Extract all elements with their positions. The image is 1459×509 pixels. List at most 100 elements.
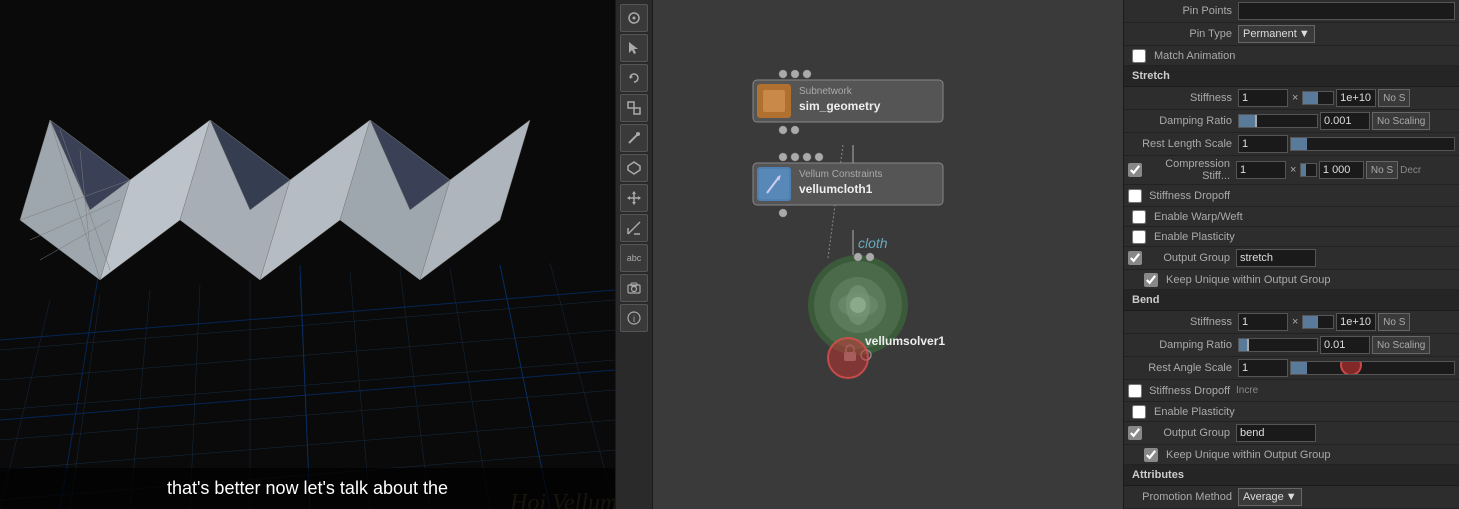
stretch-output-group-checkbox[interactable] — [1128, 251, 1142, 265]
enable-plasticity-stretch-row: Enable Plasticity — [1124, 227, 1459, 247]
enable-plasticity-bend-row: Enable Plasticity — [1124, 402, 1459, 422]
bend-stiffness-input[interactable] — [1238, 313, 1288, 331]
scale-tool-btn[interactable] — [620, 94, 648, 122]
svg-text:i: i — [633, 314, 635, 324]
bend-stiffness-dropoff-row: Stiffness Dropoff Incre — [1124, 380, 1459, 402]
stretch-stiffness-dropoff-label: Stiffness Dropoff — [1146, 190, 1236, 202]
svg-text:vellumsolver1: vellumsolver1 — [865, 334, 945, 348]
promotion-method-dropdown[interactable]: Average ▼ — [1238, 488, 1302, 506]
cloth-label: cloth — [858, 235, 888, 251]
info-tool-btn[interactable]: i — [620, 304, 648, 332]
compression-exp: 1 000 — [1319, 161, 1364, 179]
match-animation-label: Match Animation — [1154, 50, 1235, 62]
stretch-output-group-row: Output Group — [1124, 247, 1459, 270]
stretch-stiffness-label: Stiffness — [1128, 92, 1238, 104]
enable-warp-checkbox[interactable] — [1132, 210, 1146, 224]
stretch-stiffness-row: Stiffness × 1e+10 No S — [1124, 87, 1459, 110]
enable-warp-row: Enable Warp/Weft — [1124, 207, 1459, 227]
compression-decr: Decr — [1400, 165, 1421, 176]
stretch-damping-slider[interactable] — [1238, 114, 1318, 128]
move-tool-btn[interactable] — [620, 184, 648, 212]
stretch-keep-unique-label: Keep Unique within Output Group — [1166, 274, 1331, 286]
stretch-rest-length-slider[interactable] — [1290, 137, 1455, 151]
text-tool-btn[interactable]: abc — [620, 244, 648, 272]
bend-stiffness-slider[interactable] — [1302, 315, 1334, 329]
pin-points-label: Pin Points — [1128, 5, 1238, 17]
bend-damping-input[interactable] — [1320, 336, 1370, 354]
stretch-stiffness-dropoff-row: Stiffness Dropoff — [1124, 185, 1459, 207]
promotion-method-label: Promotion Method — [1128, 491, 1238, 503]
svg-text:Vellum Constraints: Vellum Constraints — [799, 169, 882, 180]
stretch-rest-length-label: Rest Length Scale — [1128, 138, 1238, 150]
pin-points-row: Pin Points — [1124, 0, 1459, 23]
bend-stiffness-dropoff-label: Stiffness Dropoff — [1146, 385, 1236, 397]
compression-no-scaling-btn[interactable]: No S — [1366, 161, 1398, 179]
brush-tool-btn[interactable] — [620, 124, 648, 152]
stretch-damping-row: Damping Ratio No Scaling — [1124, 110, 1459, 133]
compression-stiffness-row: Compression Stiff... × 1 000 No S Decr — [1124, 156, 1459, 185]
match-animation-checkbox[interactable] — [1132, 49, 1146, 63]
attributes-section-header: Attributes — [1124, 465, 1459, 486]
bend-output-group-checkbox[interactable] — [1128, 426, 1142, 440]
stretch-stiffness-dropoff-checkbox[interactable] — [1128, 189, 1142, 203]
properties-panel: Pin Points Pin Type Permanent ▼ Match An… — [1123, 0, 1459, 509]
bend-output-group-input[interactable] — [1236, 424, 1316, 442]
bend-damping-label: Damping Ratio — [1128, 339, 1238, 351]
stretch-rest-length-row: Rest Length Scale — [1124, 133, 1459, 156]
stretch-stiffness-no-scaling-btn[interactable]: No S — [1378, 89, 1410, 107]
bend-keep-unique-checkbox[interactable] — [1144, 448, 1158, 462]
promotion-method-row: Promotion Method Average ▼ — [1124, 486, 1459, 509]
pin-type-row: Pin Type Permanent ▼ — [1124, 23, 1459, 46]
compression-stiffness-slider[interactable] — [1300, 163, 1316, 177]
stretch-output-group-label: Output Group — [1146, 252, 1236, 264]
paint-tool-btn[interactable] — [620, 154, 648, 182]
bend-rest-angle-label: Rest Angle Scale — [1128, 362, 1238, 374]
toolbar: abc i — [615, 0, 653, 509]
enable-plasticity-bend-label: Enable Plasticity — [1154, 406, 1235, 418]
bend-rest-angle-input[interactable] — [1238, 359, 1288, 377]
stretch-stiffness-input[interactable] — [1238, 89, 1288, 107]
stretch-stiffness-slider[interactable] — [1302, 91, 1334, 105]
compression-stiffness-label: Compression Stiff... — [1146, 158, 1236, 182]
view-tool-btn[interactable] — [620, 4, 648, 32]
camera-tool-btn[interactable] — [620, 274, 648, 302]
bend-damping-slider[interactable] — [1238, 338, 1318, 352]
bend-stiffness-dropoff-checkbox[interactable] — [1128, 384, 1142, 398]
subtitle-text: that's better now let's talk about the — [167, 478, 448, 498]
rotate-tool-btn[interactable] — [620, 64, 648, 92]
bend-stiffness-no-scaling-btn[interactable]: No S — [1378, 313, 1410, 331]
bend-incr: Incre — [1236, 385, 1258, 396]
stretch-keep-unique-checkbox[interactable] — [1144, 273, 1158, 287]
svg-text:Subnetwork: Subnetwork — [799, 86, 853, 97]
viewport: Hoi Vellum that's better now let's talk … — [0, 0, 615, 509]
stretch-rest-length-input[interactable] — [1238, 135, 1288, 153]
bend-keep-unique-row: Keep Unique within Output Group — [1124, 445, 1459, 465]
bend-damping-row: Damping Ratio No Scaling — [1124, 334, 1459, 357]
compression-stiffness-input[interactable] — [1236, 161, 1286, 179]
bend-rest-angle-slider[interactable] — [1290, 361, 1455, 375]
select-tool-btn[interactable] — [620, 34, 648, 62]
stretch-stiffness-exp: 1e+10 — [1336, 89, 1376, 107]
stretch-damping-no-scaling-btn[interactable]: No Scaling — [1372, 112, 1430, 130]
match-animation-row: Match Animation — [1124, 46, 1459, 66]
pin-type-label: Pin Type — [1128, 28, 1238, 40]
bend-stiffness-row: Stiffness × 1e+10 No S — [1124, 311, 1459, 334]
svg-text:vellumcloth1: vellumcloth1 — [799, 182, 873, 196]
stretch-output-group-input[interactable] — [1236, 249, 1316, 267]
enable-warp-label: Enable Warp/Weft — [1154, 211, 1243, 223]
enable-plasticity-stretch-checkbox[interactable] — [1132, 230, 1146, 244]
stretch-damping-label: Damping Ratio — [1128, 115, 1238, 127]
bend-stiffness-exp: 1e+10 — [1336, 313, 1376, 331]
bend-stiffness-label: Stiffness — [1128, 316, 1238, 328]
stretch-damping-input[interactable] — [1320, 112, 1370, 130]
stretch-keep-unique-row: Keep Unique within Output Group — [1124, 270, 1459, 290]
node-graph: Subnetwork sim_geometry Vellum Constrain… — [653, 0, 1123, 509]
svg-text:sim_geometry: sim_geometry — [799, 99, 881, 113]
bend-output-group-row: Output Group — [1124, 422, 1459, 445]
enable-plasticity-stretch-label: Enable Plasticity — [1154, 231, 1235, 243]
enable-plasticity-bend-checkbox[interactable] — [1132, 405, 1146, 419]
pin-type-dropdown[interactable]: Permanent ▼ — [1238, 25, 1315, 43]
compression-stiffness-checkbox[interactable] — [1128, 163, 1142, 177]
expand-tool-btn[interactable] — [620, 214, 648, 242]
bend-damping-no-scaling-btn[interactable]: No Scaling — [1372, 336, 1430, 354]
